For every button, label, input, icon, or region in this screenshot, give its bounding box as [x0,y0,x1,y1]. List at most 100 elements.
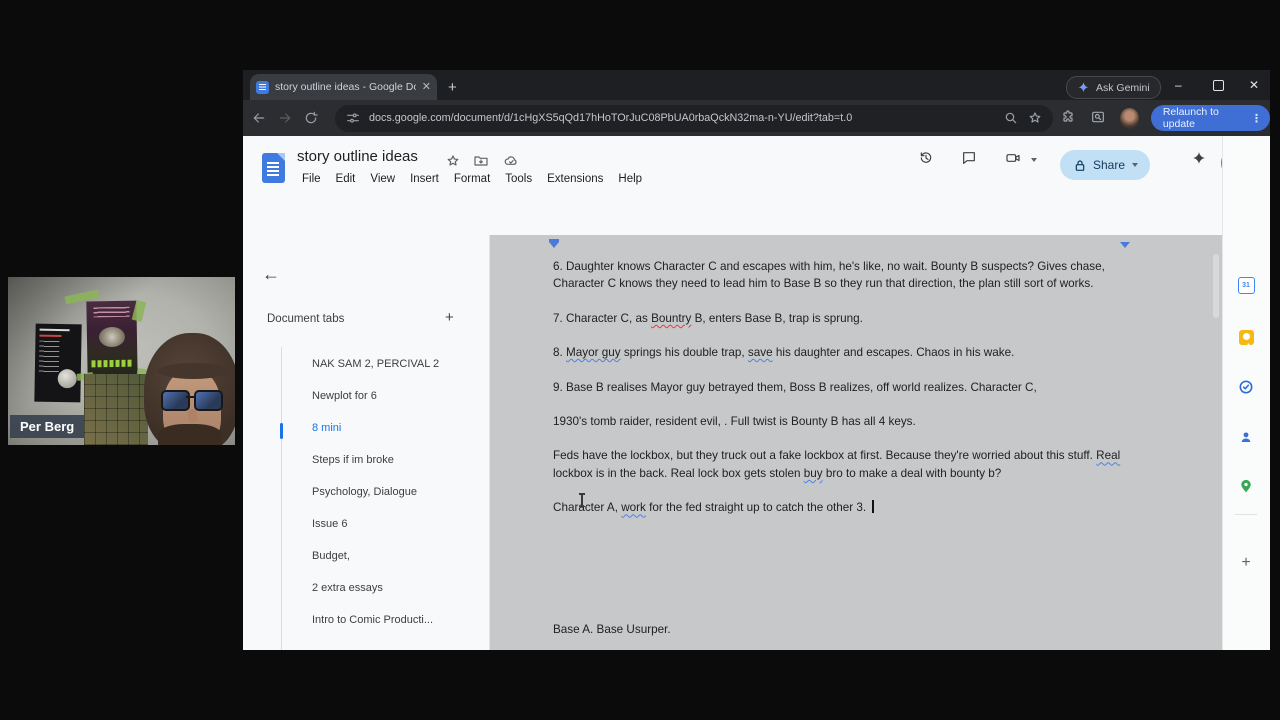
screen-share-stage: Per Berg story outline ideas - Google Do… [0,0,1280,720]
menu-edit[interactable]: Edit [330,170,362,188]
left-indent-triangle-icon[interactable] [549,242,559,248]
video-call-icon[interactable] [1005,150,1025,170]
url-text: docs.google.com/document/d/1cHgXS5qQd17h… [369,112,853,124]
google-docs-icon[interactable] [262,153,285,183]
get-add-ons-button[interactable]: + [1237,554,1255,572]
workspace-side-panel: 31 + › [1222,136,1270,650]
menu-insert[interactable]: Insert [404,170,445,188]
star-document-icon[interactable] [445,153,460,168]
sidebar-tab-2-extra-essays[interactable]: 2 extra essays [312,582,477,600]
video-call-dropdown-icon[interactable] [1031,158,1037,162]
right-indent-triangle-icon[interactable] [1120,242,1130,248]
misspelled-word: Mayor guy [566,346,621,360]
document-scrollbar-thumb[interactable] [1213,254,1219,318]
docs-header: story outline ideas File Edit View Insert Fo… [243,136,1270,296]
window-close-button[interactable]: ✕ [1249,78,1259,92]
document-text[interactable]: 6. Daughter knows Character C and escape… [553,258,1133,650]
doc-text-run: B, enters Base B, trap is sprung. [691,311,863,325]
doc-paragraph[interactable]: 6. Daughter knows Character C and escape… [553,258,1133,293]
extensions-icon[interactable] [1060,109,1076,127]
misspelled-word: work [621,501,646,515]
document-canvas[interactable]: 6. Daughter knows Character C and escape… [490,235,1222,650]
browser-navbar: docs.google.com/document/d/1cHgXS5qQd17h… [243,100,1270,136]
ask-gemini-button[interactable]: Ask Gemini [1066,76,1161,99]
wall-poster-dark [34,323,82,403]
window-minimize-button[interactable]: – [1175,78,1182,92]
text-caret [872,500,874,514]
doc-text-run: his daughter and escapes. Chaos in his w… [772,346,1015,360]
sidebar-tab-intro-to-comic-producti[interactable]: Intro to Comic Producti... [312,614,477,632]
new-tab-button[interactable]: + [448,80,457,95]
misspelled-word: Bountry [651,311,692,325]
gemini-docs-sparkle-icon[interactable] [1191,150,1211,170]
misspelled-word: Real [1096,449,1121,463]
document-tabs-sidebar: ← Document tabs + NAK SAM 2, PERCIVAL 2 N… [243,235,490,650]
doc-text-run: lockbox is in the back. Real lock box ge… [553,466,804,480]
back-icon[interactable] [251,110,277,126]
doc-text-run: Feds have the lockbox, but they truck ou… [553,449,1097,463]
menu-file[interactable]: File [296,170,327,188]
glasses-right-lens [194,390,223,411]
menu-extensions[interactable]: Extensions [541,170,609,188]
tab-title: story outline ideas - Google Do [275,81,416,93]
participant-name-tag: Per Berg [10,415,85,438]
sidebar-header: Document tabs [267,313,345,325]
lock-icon [1072,158,1086,172]
sidebar-tab-psychology-dialogue[interactable]: Psychology, Dialogue [312,486,477,504]
active-tab-indicator [280,423,283,439]
relaunch-to-update-button[interactable]: Relaunch to update ⋮ [1150,105,1270,131]
doc-paragraph[interactable]: 9. Base B realises Mayor guy betrayed th… [553,379,1133,396]
doc-paragraph[interactable]: Base A. Base Usurper. [553,621,1133,638]
sidebar-tab-steps-if-im-broke[interactable]: Steps if im broke [312,454,477,472]
reload-icon[interactable] [303,110,329,126]
contacts-icon[interactable] [1237,428,1255,446]
tab-close-icon[interactable]: ✕ [422,81,431,93]
doc-paragraph[interactable]: Character A, work for the fed straight u… [553,499,1133,516]
menu-help[interactable]: Help [612,170,648,188]
tab-strip: story outline ideas - Google Do ✕ + Ask … [243,70,1270,100]
misspelled-word: buy [803,466,823,480]
tasks-icon[interactable] [1237,378,1255,396]
zoom-page-icon[interactable] [1003,110,1019,126]
doc-text-run: springs his double trap, [620,346,748,360]
sidebar-tab-nak-sam-2-percival-2[interactable]: NAK SAM 2, PERCIVAL 2 [312,358,477,376]
url-omnibox[interactable]: docs.google.com/document/d/1cHgXS5qQd17h… [335,104,1053,132]
doc-paragraph[interactable]: 1930's tomb raider, resident evil, . Ful… [553,413,1133,430]
site-settings-icon[interactable] [345,110,361,126]
menu-format[interactable]: Format [448,170,496,188]
relaunch-menu-icon[interactable]: ⋮ [1251,112,1262,125]
sidebar-tab-newplot-for-6[interactable]: Newplot for 6 [312,390,477,408]
add-tab-button[interactable]: + [445,309,454,326]
wall-poster-collage [84,374,148,445]
menu-view[interactable]: View [364,170,401,188]
document-title[interactable]: story outline ideas [297,148,418,165]
doc-paragraph[interactable]: 8. Mayor guy springs his double trap, sa… [553,344,1133,361]
bookmark-star-icon[interactable] [1027,110,1043,126]
share-dropdown-icon[interactable] [1132,163,1139,167]
tab-search-icon[interactable] [1090,109,1106,127]
calendar-icon[interactable]: 31 [1237,276,1255,294]
window-restore-button[interactable] [1213,80,1224,91]
maps-icon[interactable] [1237,477,1255,495]
person-nose [188,409,197,423]
forward-icon[interactable] [277,110,303,126]
version-history-icon[interactable] [918,150,938,170]
webcam-overlay: Per Berg [8,277,235,445]
doc-paragraph[interactable]: Feds have the lockbox, but they truck ou… [553,447,1133,482]
comments-icon[interactable] [961,150,981,170]
keep-icon[interactable] [1237,328,1255,346]
docs-menu-bar: File Edit View Insert Format Tools Extensions H… [296,170,648,188]
sidebar-tab-8-mini[interactable]: 8 mini [312,422,477,440]
browser-tab[interactable]: story outline ideas - Google Do ✕ [250,74,437,100]
person-hair-fringe [158,363,228,379]
cloud-save-status-icon[interactable] [503,153,518,168]
chrome-profile-avatar[interactable] [1119,107,1139,129]
text-cursor-pointer [578,493,586,507]
sidebar-tab-budget[interactable]: Budget, [312,550,477,568]
doc-paragraph[interactable]: 7. Character C, as Bountry B, enters Bas… [553,310,1133,327]
move-to-folder-icon[interactable] [473,153,488,168]
sidebar-tab-issue-6[interactable]: Issue 6 [312,518,477,536]
menu-tools[interactable]: Tools [499,170,538,188]
share-button[interactable]: Share [1060,150,1151,180]
sidebar-back-icon[interactable]: ← [262,265,280,283]
